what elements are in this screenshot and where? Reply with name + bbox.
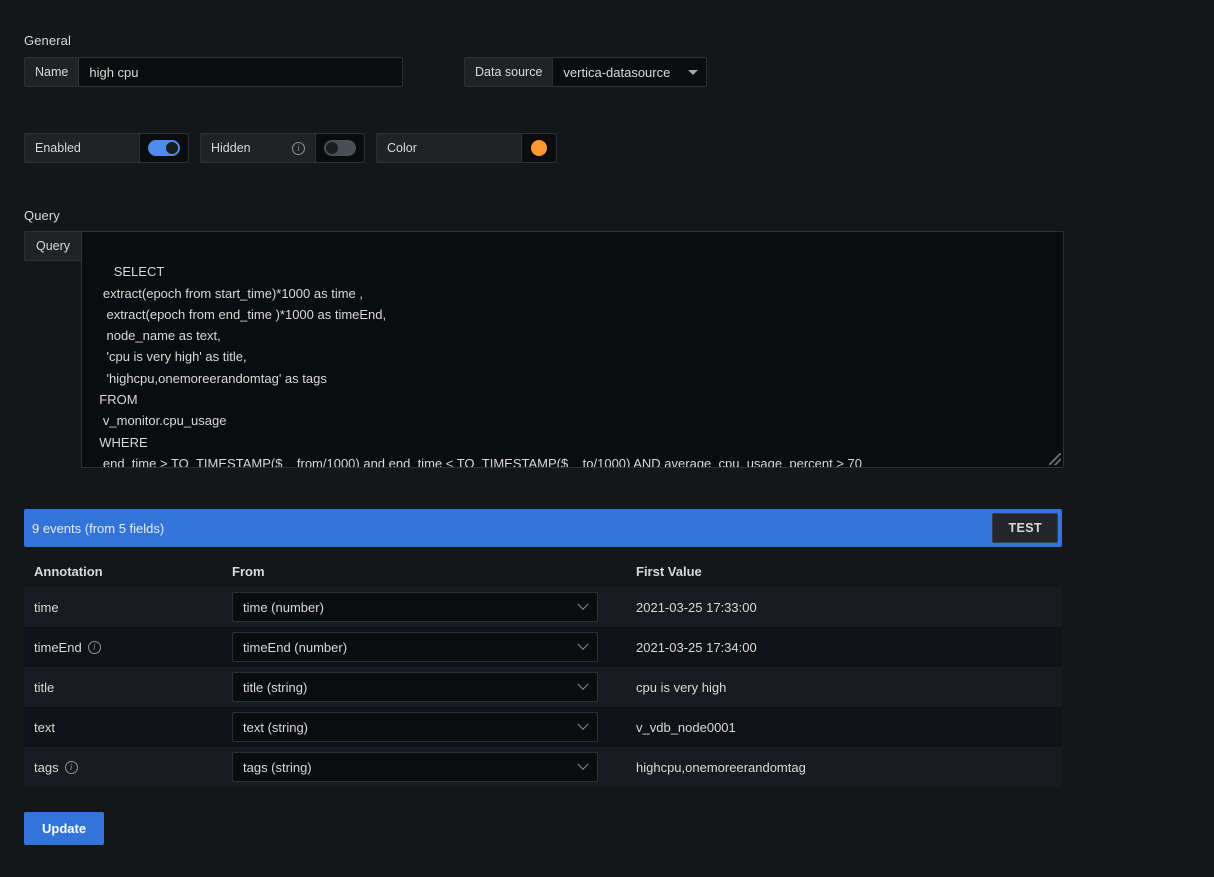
enabled-label: Enabled xyxy=(24,133,139,163)
from-selected-value: text (string) xyxy=(243,719,309,735)
from-field-cell: tags (string) xyxy=(232,752,620,782)
from-selected-value: time (number) xyxy=(243,599,324,615)
annotation-name: timeEnd xyxy=(34,639,82,655)
query-textarea[interactable]: SELECT extract(epoch from start_time)*10… xyxy=(81,231,1065,468)
events-status-bar: 9 events (from 5 fields) TEST xyxy=(24,509,1062,547)
first-value-cell: 2021-03-25 17:34:00 xyxy=(636,639,757,655)
from-select[interactable]: title (string) xyxy=(232,672,598,702)
hidden-label-cell: Hidden i xyxy=(200,133,315,163)
query-editor-group: Query SELECT extract(epoch from start_ti… xyxy=(24,231,1065,468)
first-value-cell: highcpu,onemoreerandomtag xyxy=(636,759,806,775)
table-row: tags i tags (string) highcpu,onemoreerandom… xyxy=(24,747,1062,787)
table-body: time time (number) 2021-03-25 17:33:00 time… xyxy=(24,587,1062,787)
caret-down-icon xyxy=(688,70,699,75)
query-section-title: Query xyxy=(24,208,60,223)
from-field-cell: text (string) xyxy=(232,712,620,742)
name-input[interactable]: high cpu xyxy=(78,57,404,87)
from-selected-value: timeEnd (number) xyxy=(243,639,348,655)
name-field-group: Name high cpu xyxy=(24,57,404,87)
annotation-name-cell: title xyxy=(24,680,232,695)
from-field-cell: title (string) xyxy=(232,672,620,702)
annotation-name-cell: timeEnd i xyxy=(24,640,232,655)
from-select[interactable]: text (string) xyxy=(232,712,598,742)
hidden-label: Hidden xyxy=(211,141,251,155)
annotation-info-icon[interactable]: i xyxy=(64,760,78,774)
from-select[interactable]: timeEnd (number) xyxy=(232,632,598,662)
hidden-info-icon[interactable]: i xyxy=(292,141,305,155)
first-value-cell: cpu is very high xyxy=(636,679,727,695)
annotation-name: title xyxy=(34,679,55,695)
from-select[interactable]: tags (string) xyxy=(232,752,598,782)
annotation-name-cell: time xyxy=(24,600,232,615)
hidden-toggle[interactable] xyxy=(315,133,365,163)
enabled-toggle[interactable] xyxy=(139,133,189,163)
query-sql-text: SELECT extract(epoch from start_time)*10… xyxy=(99,264,862,468)
annotation-name: text xyxy=(34,719,55,735)
annotation-mapping-table: Annotation From First Value time time (nu… xyxy=(24,555,1062,787)
annotation-info-icon[interactable]: i xyxy=(87,640,101,654)
update-button[interactable]: Update xyxy=(24,812,105,845)
from-field-cell: time (number) xyxy=(232,592,620,622)
from-select[interactable]: time (number) xyxy=(232,592,598,622)
annotation-name-cell: text xyxy=(24,720,232,735)
hidden-switch[interactable] xyxy=(324,140,356,156)
color-field-group: Color xyxy=(376,133,557,163)
enabled-knob xyxy=(166,142,178,154)
from-field-cell: timeEnd (number) xyxy=(232,632,620,662)
datasource-field-group: Data source vertica-datasource xyxy=(464,57,708,87)
chevron-down-icon xyxy=(577,758,589,770)
table-row: title title (string) cpu is very high xyxy=(24,667,1062,707)
chevron-down-icon xyxy=(577,678,589,690)
events-status-text: 9 events (from 5 fields) xyxy=(32,520,165,536)
annotation-name: time xyxy=(34,599,59,615)
from-selected-value: tags (string) xyxy=(243,759,312,775)
first-value-cell: 2021-03-25 17:33:00 xyxy=(636,599,757,615)
color-label: Color xyxy=(376,133,521,163)
header-from: From xyxy=(232,563,265,579)
hidden-knob xyxy=(326,142,338,154)
table-row: timeEnd i timeEnd (number) 2021-03-25 17:34… xyxy=(24,627,1062,667)
header-first-value: First Value xyxy=(636,563,702,579)
chevron-down-icon xyxy=(577,638,589,650)
color-picker[interactable] xyxy=(521,133,557,163)
enabled-field-group: Enabled xyxy=(24,133,189,163)
hidden-field-group: Hidden i xyxy=(200,133,365,163)
resize-grip-icon[interactable] xyxy=(1049,453,1062,465)
datasource-select[interactable]: vertica-datasource xyxy=(552,57,708,87)
annotation-name-cell: tags i xyxy=(24,760,232,775)
datasource-selected-value: vertica-datasource xyxy=(563,64,671,80)
header-annotation: Annotation xyxy=(34,563,103,579)
annotation-name: tags xyxy=(34,759,59,775)
chevron-down-icon xyxy=(577,718,589,730)
table-header-row: Annotation From First Value xyxy=(24,555,1062,587)
annotation-settings-page: General Name high cpu Data source vertic… xyxy=(0,0,1214,877)
table-row: text text (string) v_vdb_node0001 xyxy=(24,707,1062,747)
general-section-title: General xyxy=(24,33,71,48)
name-label: Name xyxy=(24,57,79,87)
test-button[interactable]: TEST xyxy=(992,513,1058,543)
from-selected-value: title (string) xyxy=(243,679,308,695)
enabled-switch[interactable] xyxy=(148,140,180,156)
first-value-cell: v_vdb_node0001 xyxy=(636,719,736,735)
color-swatch[interactable] xyxy=(531,140,547,156)
query-tab-label: Query xyxy=(24,231,82,261)
chevron-down-icon xyxy=(577,598,589,610)
datasource-label: Data source xyxy=(464,57,553,87)
table-row: time time (number) 2021-03-25 17:33:00 xyxy=(24,587,1062,627)
